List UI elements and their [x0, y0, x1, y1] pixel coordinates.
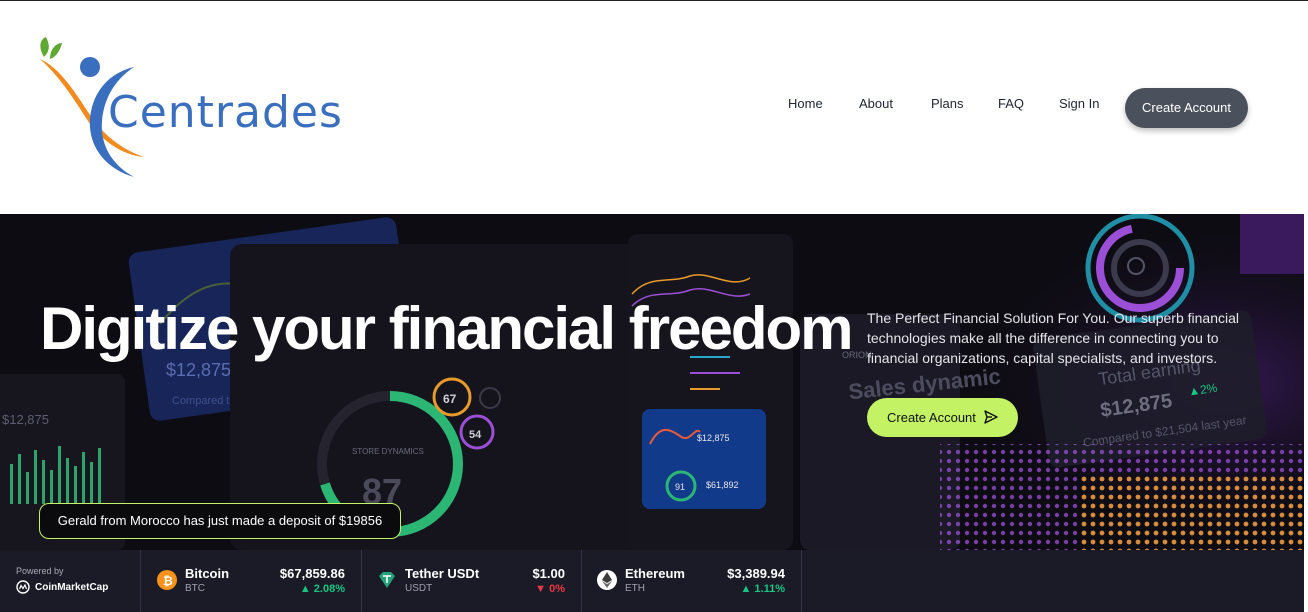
coin-name: Ethereum	[625, 566, 685, 581]
coin-name: Tether USDt	[405, 566, 480, 581]
nav-sign-in[interactable]: Sign In	[1059, 96, 1099, 111]
svg-text:$61,892: $61,892	[706, 480, 739, 490]
page-edge	[1304, 214, 1308, 612]
create-account-button[interactable]: Create Account	[1125, 88, 1248, 128]
ticker-divider	[361, 550, 362, 612]
ticker-divider	[801, 550, 802, 612]
svg-text:$12,875: $12,875	[2, 412, 49, 427]
hero-title: Digitize your financial freedom	[40, 295, 853, 362]
brand-logo[interactable]: Centrades	[38, 37, 358, 182]
tether-icon	[377, 570, 397, 590]
coin-symbol: BTC	[185, 583, 205, 594]
ticker-coin-bitcoin[interactable]: ₿ Bitcoin BTC $67,859.86 ▲ 2.08%	[157, 565, 347, 597]
ticker-coin-ethereum[interactable]: Ethereum ETH $3,389.94 ▲ 1.11%	[597, 565, 787, 597]
dashboard-mockup-background: $12,875 $12,875 Compared to $21,504 last…	[0, 214, 1304, 550]
coin-change: ▼ 0%	[535, 583, 565, 595]
ethereum-icon	[597, 570, 617, 590]
deposit-notification: Gerald from Morocco has just made a depo…	[39, 503, 401, 539]
svg-text:STORE DYNAMICS: STORE DYNAMICS	[352, 447, 424, 456]
nav-faq[interactable]: FAQ	[998, 96, 1024, 111]
svg-text:54: 54	[469, 429, 482, 441]
coin-change-value: 2.08%	[313, 583, 345, 595]
powered-by-label: Powered by	[16, 566, 64, 576]
coin-price: $1.00	[532, 566, 565, 581]
hero-section: $12,875 $12,875 Compared to $21,504 last…	[0, 214, 1304, 550]
hero-create-account-button[interactable]: Create Account	[867, 398, 1018, 437]
hero-subtitle: The Perfect Financial Solution For You. …	[867, 310, 1239, 366]
ticker-divider	[581, 550, 582, 612]
coin-change-value: 1.11%	[754, 583, 785, 595]
coin-symbol: USDT	[405, 583, 433, 594]
coin-price: $3,389.94	[727, 566, 785, 581]
ticker-divider	[140, 550, 141, 612]
svg-text:91: 91	[675, 482, 685, 492]
nav-about[interactable]: About	[859, 96, 893, 111]
coin-name: Bitcoin	[185, 566, 230, 581]
coin-change-value: 0%	[549, 583, 565, 595]
coinmarketcap-label: CoinMarketCap	[35, 581, 109, 593]
coin-change: ▲ 2.08%	[299, 583, 345, 595]
send-icon	[984, 410, 998, 424]
nav-plans[interactable]: Plans	[931, 96, 964, 111]
coinmarketcap-icon	[16, 580, 30, 594]
svg-text:₿: ₿	[163, 574, 173, 588]
powered-by[interactable]: Powered by CoinMarketCap	[16, 566, 108, 594]
hero-cta-label: Create Account	[887, 410, 976, 425]
svg-text:$12,875: $12,875	[697, 433, 730, 443]
svg-text:$12,875: $12,875	[166, 360, 231, 380]
coin-symbol: ETH	[625, 583, 645, 594]
coin-price: $67,859.86	[279, 566, 345, 581]
site-header: Centrades Home About Plans FAQ Sign In C…	[0, 1, 1308, 214]
ticker-coin-tether[interactable]: Tether USDt USDT $1.00 ▼ 0%	[377, 565, 567, 597]
brand-name: Centrades	[108, 87, 343, 138]
svg-text:67: 67	[443, 392, 457, 406]
nav-home[interactable]: Home	[788, 96, 823, 111]
bitcoin-icon: ₿	[157, 570, 177, 590]
coin-change: ▲ 1.11%	[740, 583, 785, 595]
crypto-ticker: Powered by CoinMarketCap ₿ Bitcoin BTC $…	[0, 550, 1304, 612]
